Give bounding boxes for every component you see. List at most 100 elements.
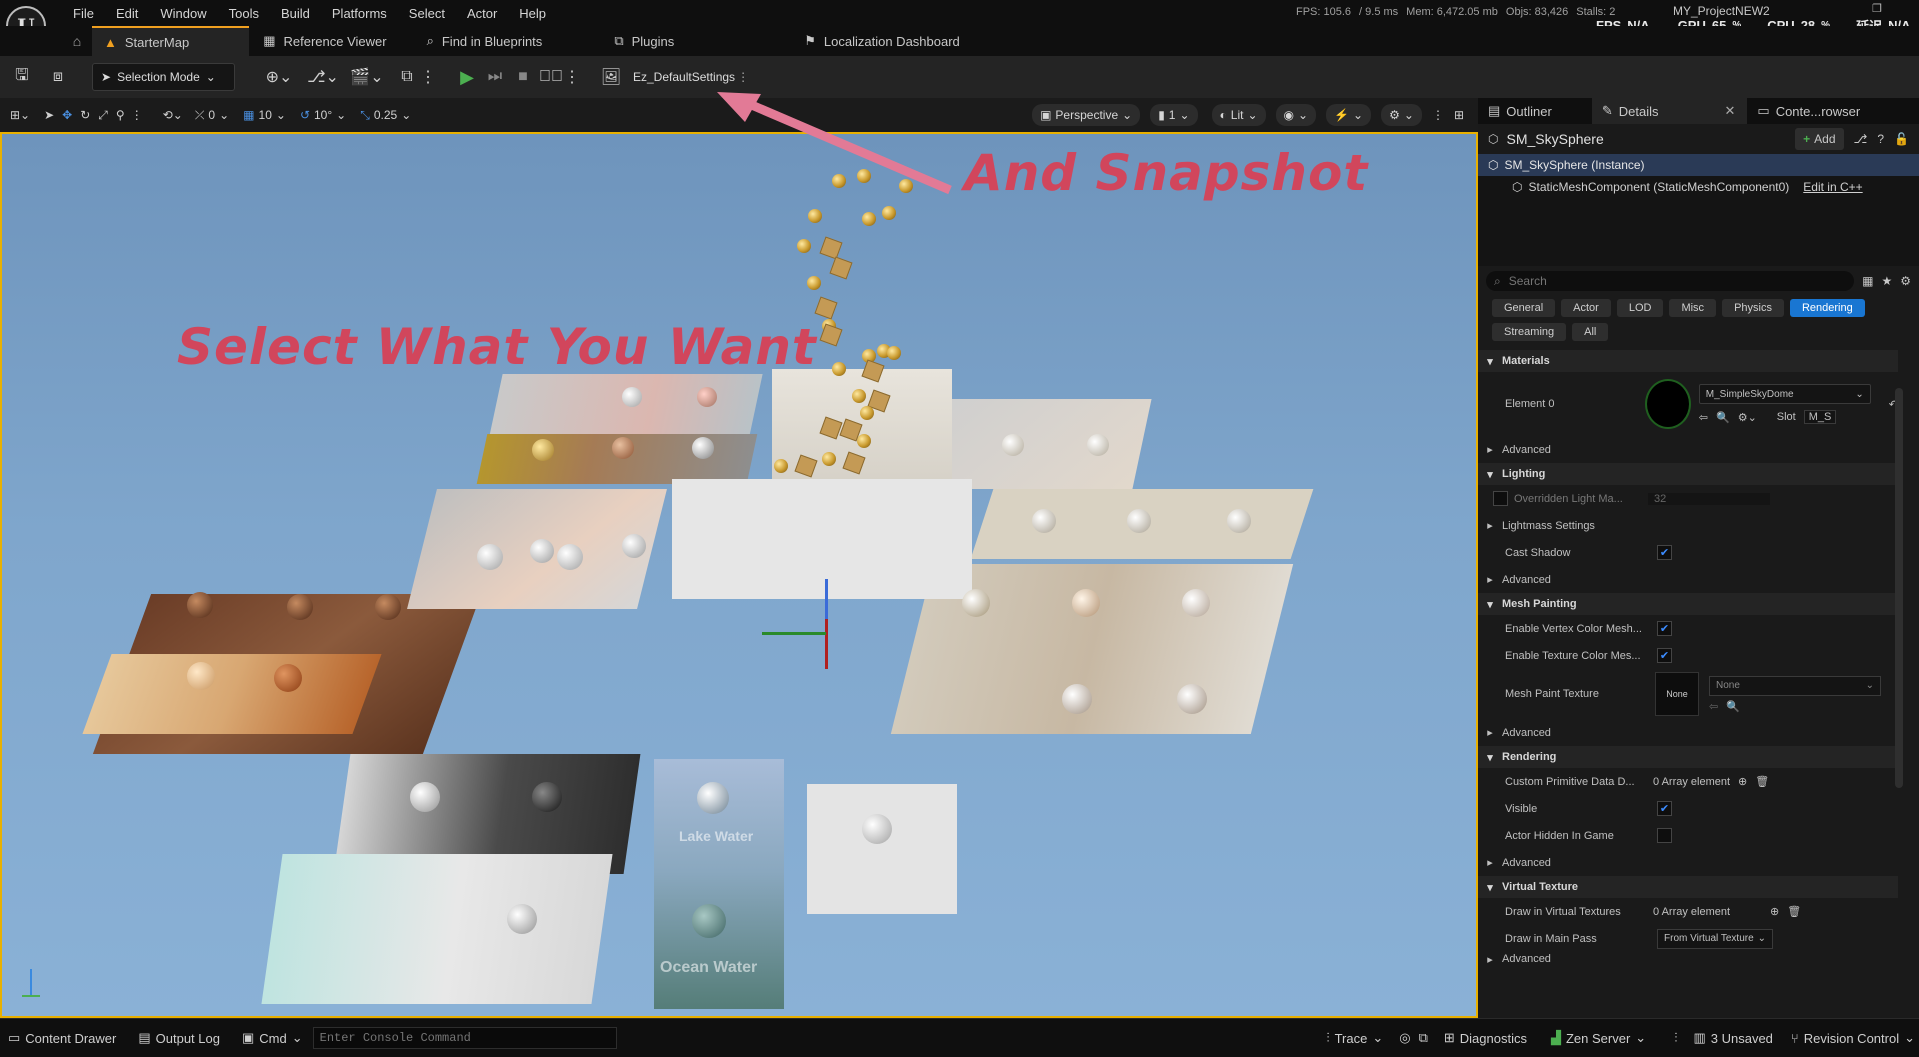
menu-edit[interactable]: Edit (105, 6, 149, 21)
physics-ball[interactable] (882, 206, 896, 220)
perspective-dropdown[interactable]: ▣ Perspective ⌄ (1032, 104, 1141, 126)
gizmo-x-axis[interactable] (825, 619, 828, 669)
panel-scrollbar[interactable] (1895, 388, 1903, 788)
section-materials[interactable]: ▾ Materials (1478, 350, 1898, 372)
tab-localization[interactable]: ⚑ Localization Dashboard (804, 26, 960, 56)
settings-dropdown[interactable]: ⚙ ⌄ (1381, 104, 1422, 126)
ez-more-icon[interactable]: ⋮ (737, 70, 749, 84)
play-icon[interactable]: ▶ (453, 63, 481, 91)
physics-box[interactable] (819, 236, 843, 260)
material-sphere[interactable] (274, 664, 302, 692)
menu-build[interactable]: Build (270, 6, 321, 21)
trace-dropdown[interactable]: ⫶ Trace ⌄ (1326, 1030, 1383, 1046)
filter-all[interactable]: All (1572, 323, 1609, 341)
texture-dropdown[interactable]: None ⌄ (1709, 675, 1881, 696)
tree-item-component[interactable]: ⬡ StaticMeshComponent (StaticMeshComponen… (1478, 176, 1919, 198)
physics-ball[interactable] (832, 362, 846, 376)
material-sphere[interactable] (697, 782, 729, 814)
content-drawer-button[interactable]: ▭ Content Drawer (8, 1030, 116, 1046)
draw-main-dropdown[interactable]: From Virtual Texture ⌄ (1657, 928, 1774, 949)
material-sphere[interactable] (692, 437, 714, 459)
blueprint-icon[interactable]: ⎇⌄ (305, 63, 341, 91)
physics-ball[interactable] (807, 276, 821, 290)
search-input[interactable] (1506, 273, 1811, 289)
lighting-advanced[interactable]: ▸ Advanced (1478, 566, 1898, 593)
menu-help[interactable]: Help (508, 6, 557, 21)
snapshot-icon[interactable]: 🖼 (597, 63, 625, 91)
settings-icon[interactable]: ⚙ (1900, 274, 1911, 288)
selection-mode-dropdown[interactable]: ➤ Selection Mode ⌄ (92, 63, 235, 91)
translate-icon[interactable]: ✥ (62, 108, 72, 122)
add-actor-icon[interactable]: ⊕⌄ (261, 63, 297, 91)
diagnostics-button[interactable]: ⊞ Diagnostics (1444, 1030, 1527, 1046)
material-sphere[interactable] (477, 544, 503, 570)
material-thumbnail[interactable] (1644, 379, 1691, 429)
filter-physics[interactable]: Physics (1722, 299, 1784, 317)
material-sphere[interactable] (862, 814, 892, 844)
physics-ball[interactable] (852, 389, 866, 403)
texture-thumbnail[interactable]: None (1655, 672, 1699, 716)
filter-rendering[interactable]: Rendering (1789, 299, 1865, 317)
physics-ball[interactable] (860, 406, 874, 420)
grid-snap-toggle[interactable]: ▦ 10 ⌄ (243, 108, 286, 122)
trash-icon[interactable]: 🗑 (1755, 775, 1769, 788)
ez-default-settings[interactable]: Ez_DefaultSettings (633, 70, 735, 84)
table-view-icon[interactable]: ▦ (1862, 274, 1873, 288)
star-icon[interactable]: ★ (1881, 274, 1892, 288)
transform-mode-icon[interactable]: ⊞⌄ (10, 108, 30, 122)
vt-advanced[interactable]: ▸ Advanced (1478, 952, 1898, 966)
browse-icon[interactable]: ⧈ (44, 63, 72, 91)
launch-icon[interactable]: ▶⃒ (537, 63, 565, 91)
lightmass-row[interactable]: ▸ Lightmass Settings (1478, 512, 1898, 539)
physics-box[interactable] (829, 256, 853, 280)
trash-icon[interactable]: 🗑 (1787, 905, 1801, 918)
tab-content-browser[interactable]: ▭ Conte...rowser (1747, 98, 1860, 124)
material-sphere[interactable] (1002, 434, 1024, 456)
physics-box[interactable] (814, 296, 838, 320)
gizmo-z-axis[interactable] (825, 579, 828, 624)
material-dropdown[interactable]: M_SimpleSkyDome ⌄ (1698, 384, 1871, 404)
screenshot-icon[interactable]: ⧉ (1419, 1030, 1428, 1046)
browse-icon[interactable]: 🔍 (1726, 700, 1740, 713)
scale-icon[interactable]: ⤢ (98, 108, 108, 123)
realtime-dropdown[interactable]: ⚡ ⌄ (1326, 104, 1372, 126)
show-dropdown[interactable]: ◉ ⌄ (1275, 104, 1317, 126)
physics-ball[interactable] (808, 209, 822, 223)
gizmo-y-axis[interactable] (762, 632, 826, 635)
build-icon[interactable]: ⧉ (393, 63, 421, 91)
blueprint-convert-icon[interactable]: ⎇ (1854, 132, 1868, 146)
add-component-button[interactable]: + Add (1795, 128, 1844, 150)
close-icon[interactable]: ✕ (1724, 103, 1735, 119)
tab-find-in-blueprints[interactable]: ⌕ Find in Blueprints (417, 26, 615, 56)
save-icon[interactable]: 🖫 (8, 63, 36, 91)
material-sphere[interactable] (530, 539, 554, 563)
enable-texture-checkbox[interactable]: ✔ (1657, 648, 1672, 663)
tab-outliner[interactable]: ▤ Outliner (1478, 98, 1592, 124)
overridden-light-value[interactable]: 32 (1648, 492, 1770, 505)
derived-data-icon[interactable]: ⫶ (1674, 1030, 1677, 1046)
lock-icon[interactable]: 🔓 (1894, 132, 1909, 146)
rotate-icon[interactable]: ↻ (80, 108, 90, 122)
menu-window[interactable]: Window (149, 6, 217, 21)
console-input[interactable] (312, 1027, 617, 1049)
filter-actor[interactable]: Actor (1561, 299, 1611, 317)
output-log-button[interactable]: ▤ Output Log (138, 1030, 220, 1046)
tree-item-instance[interactable]: ⬡ SM_SkySphere (Instance) (1478, 154, 1919, 176)
material-sphere[interactable] (1032, 509, 1056, 533)
material-sphere[interactable] (557, 544, 583, 570)
material-sphere[interactable] (697, 387, 717, 407)
physics-ball[interactable] (887, 346, 901, 360)
world-local-icon[interactable]: ⟲⌄ (163, 108, 183, 122)
material-options-icon[interactable]: ⚙⌄ (1738, 411, 1757, 424)
material-sphere[interactable] (1062, 684, 1092, 714)
angle-snap-toggle[interactable]: ↺ 10° ⌄ (300, 108, 346, 122)
filter-lod[interactable]: LOD (1616, 299, 1664, 317)
menu-actor[interactable]: Actor (456, 6, 508, 21)
material-sphere[interactable] (507, 904, 537, 934)
tab-reference-viewer[interactable]: ▦ Reference Viewer (249, 26, 416, 56)
vp-options-icon[interactable]: ⋮ (1432, 108, 1444, 122)
physics-ball[interactable] (822, 452, 836, 466)
menu-file[interactable]: File (62, 6, 105, 21)
lit-dropdown[interactable]: ◐ Lit ⌄ (1211, 104, 1266, 126)
stop-icon[interactable]: ■ (509, 63, 537, 91)
